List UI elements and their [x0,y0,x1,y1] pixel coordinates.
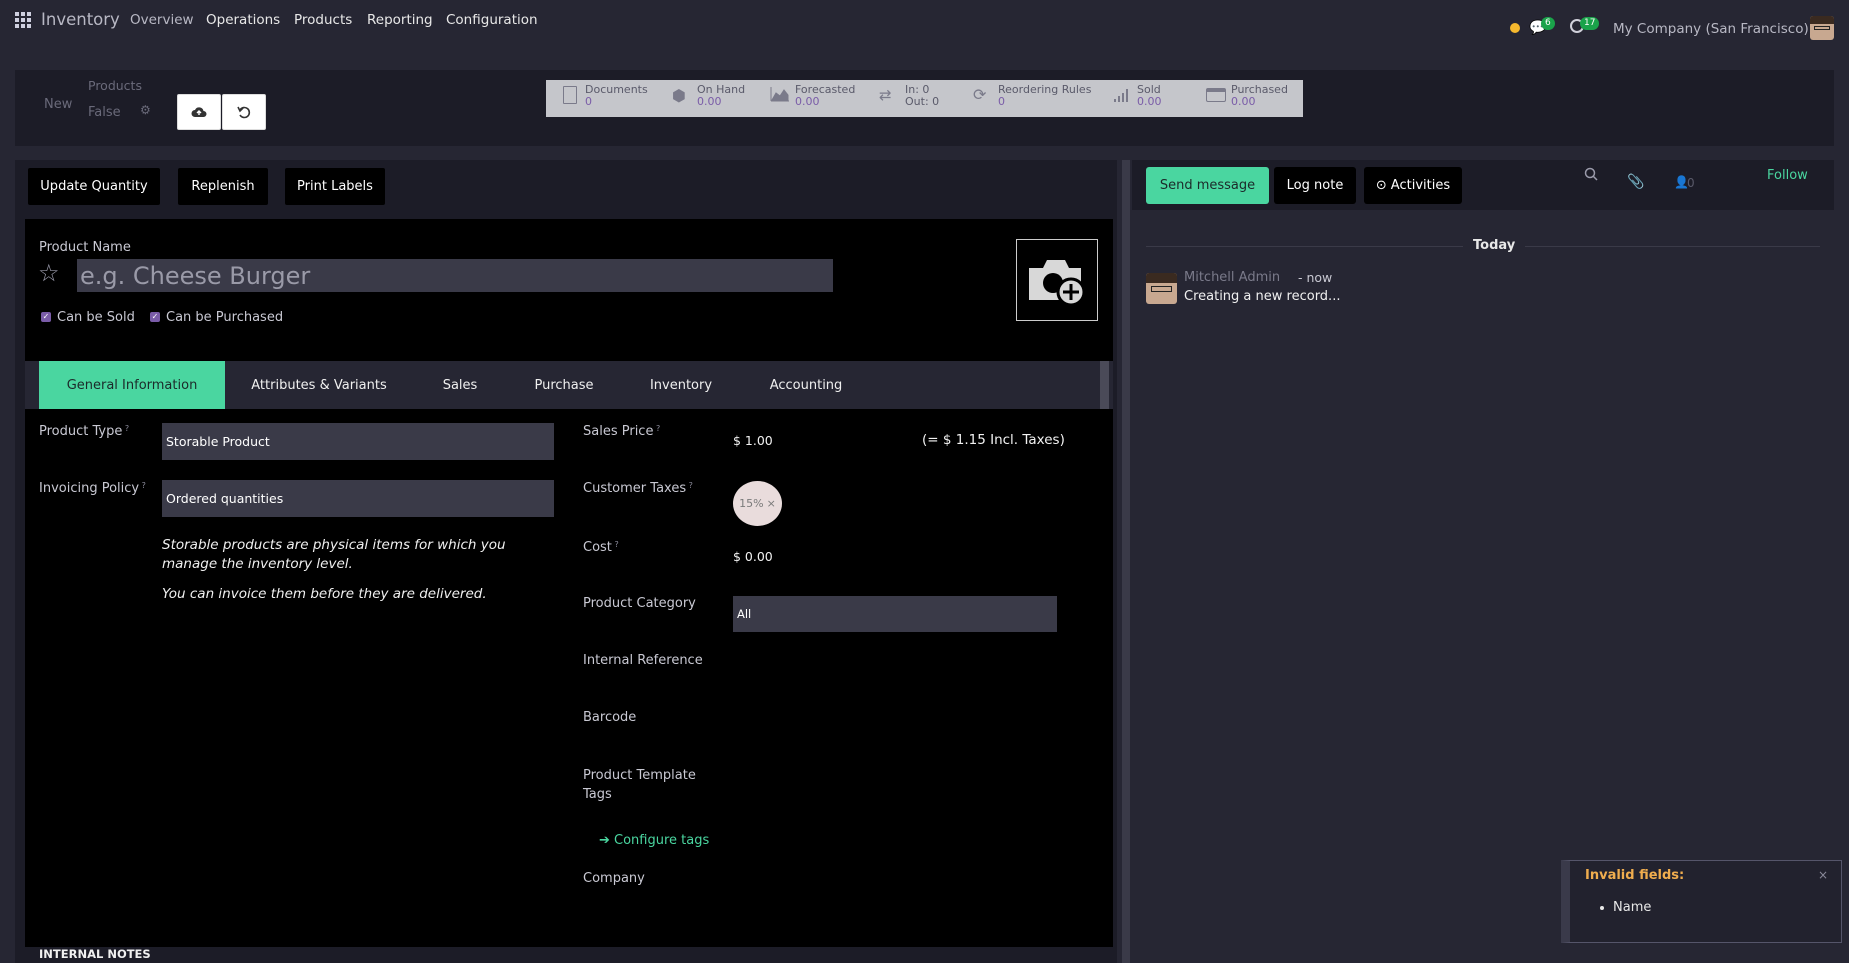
remove-tag-icon[interactable]: × [767,497,776,510]
tax-tag-label: 15% [739,497,764,510]
product-category-label: Product Category [583,596,696,611]
exchange-icon: ⇄ [879,86,892,104]
signal-icon [1113,88,1131,103]
nav-operations[interactable]: Operations [206,12,280,28]
product-type-select[interactable]: Storable Product [162,423,554,460]
configure-tags-link[interactable]: ➔ Configure tags [599,833,709,848]
followers-count: 0 [1687,176,1695,190]
cost-value[interactable]: $ 0.00 [733,549,773,564]
cloud-upload-icon [191,107,207,117]
search-messages-icon[interactable] [1584,167,1598,181]
follow-button[interactable]: Follow [1767,168,1808,183]
can-be-sold-checkbox[interactable]: ✓ [41,312,51,322]
arrow-right-icon: ➔ [599,833,615,848]
activities-button[interactable]: ⊙ Activities [1364,167,1462,204]
paperclip-icon[interactable]: 📎 [1627,174,1644,190]
print-labels-button[interactable]: Print Labels [285,168,385,205]
customer-taxes-label: Customer Taxes ? [583,481,693,496]
credit-card-icon [1206,88,1226,102]
cubes-icon: ⬢ [672,86,686,105]
product-name-label: Product Name [39,240,131,255]
invoicing-policy-select[interactable]: Ordered quantities [162,480,554,517]
template-tags-label: Product Template Tags [583,768,696,802]
incl-taxes-value: (= $ 1.15 Incl. Taxes) [922,432,1065,448]
nav-configuration[interactable]: Configuration [446,12,538,28]
discard-button[interactable] [222,94,266,130]
area-chart-icon [770,86,790,102]
log-note-button[interactable]: Log note [1274,167,1356,204]
tab-purchase[interactable]: Purchase [524,361,604,409]
tax-tag[interactable]: 15% × [733,481,782,526]
message-time: - now [1298,270,1333,285]
tab-general-information[interactable]: General Information [39,361,225,409]
invoicing-help: You can invoice them before they are del… [162,586,487,602]
save-cloud-button[interactable] [177,94,221,130]
product-name-input[interactable] [77,259,833,292]
tabs-scrollbar[interactable] [1100,361,1109,409]
user-avatar[interactable] [1810,16,1834,40]
notification-item: Name [1613,900,1652,915]
internal-notes-heading: INTERNAL NOTES [39,947,151,961]
company-switcher[interactable]: My Company (San Francisco) [1613,21,1809,37]
undo-icon [237,106,251,119]
activities-label: Activities [1390,178,1451,193]
product-type-help: Storable products are physical items for… [162,537,506,572]
tab-sales[interactable]: Sales [430,361,490,409]
stat-forecasted[interactable]: Forecasted 0.00 [795,84,855,108]
stat-in-out[interactable]: In: 0 Out: 0 [905,84,939,108]
nav-reporting[interactable]: Reporting [367,12,433,28]
breadcrumb-products[interactable]: Products [88,78,142,93]
form-scrollbar[interactable] [1122,160,1130,963]
sales-price-label: Sales Price ? [583,424,661,439]
breadcrumb-record: False [88,105,121,120]
message-author[interactable]: Mitchell Admin [1184,270,1280,285]
replenish-button[interactable]: Replenish [178,168,268,205]
sales-price-value[interactable]: $ 1.00 [733,433,773,448]
documents-icon [563,86,577,104]
messages-badge: 6 [1541,17,1555,30]
can-be-purchased-label: Can be Purchased [166,310,284,325]
notification-close-icon[interactable]: × [1818,868,1828,882]
favorite-star-icon[interactable]: ☆ [38,259,60,287]
tab-accounting[interactable]: Accounting [758,361,854,409]
update-quantity-button[interactable]: Update Quantity [28,168,160,205]
breadcrumb-new: New [44,97,73,112]
configure-tags-label: Configure tags [614,833,710,848]
stat-on-hand[interactable]: On Hand 0.00 [697,84,745,108]
today-label: Today [1463,238,1526,253]
status-dot-icon [1510,23,1520,33]
app-title[interactable]: Inventory [41,10,120,29]
author-avatar[interactable] [1146,273,1177,304]
send-message-button[interactable]: Send message [1146,167,1269,204]
product-type-label: Product Type ? [39,424,130,439]
nav-overview[interactable]: Overview [130,12,194,28]
company-label: Company [583,871,645,886]
invoicing-policy-label: Invoicing Policy ? [39,481,146,496]
tab-inventory[interactable]: Inventory [640,361,722,409]
cost-label: Cost ? [583,540,619,555]
tab-attributes-variants[interactable]: Attributes & Variants [245,361,393,409]
notification-title: Invalid fields: [1585,868,1685,883]
camera-plus-icon [1029,260,1086,306]
product-category-select[interactable]: All [733,596,1057,632]
product-image-upload[interactable] [1016,239,1098,321]
clock-icon: ⊙ [1375,178,1387,193]
stat-purchased[interactable]: Purchased 0.00 [1231,84,1288,108]
can-be-sold-label: Can be Sold [57,310,135,325]
record-gear-icon[interactable]: ⚙ [140,103,151,117]
stat-documents[interactable]: Documents 0 [585,84,648,108]
stat-sold[interactable]: Sold 0.00 [1137,84,1162,108]
refresh-icon: ⟳ [973,85,987,104]
nav-products[interactable]: Products [294,12,352,28]
form-sheet [25,219,1113,947]
stat-reordering-rules[interactable]: Reordering Rules 0 [998,84,1091,108]
message-body: Creating a new record... [1184,289,1341,304]
can-be-purchased-checkbox[interactable]: ✓ [150,312,160,322]
apps-menu-icon[interactable] [15,12,31,28]
notification-bullet [1600,906,1604,910]
barcode-label: Barcode [583,710,637,725]
activities-badge: 17 [1580,17,1600,30]
internal-reference-label: Internal Reference [583,653,703,668]
